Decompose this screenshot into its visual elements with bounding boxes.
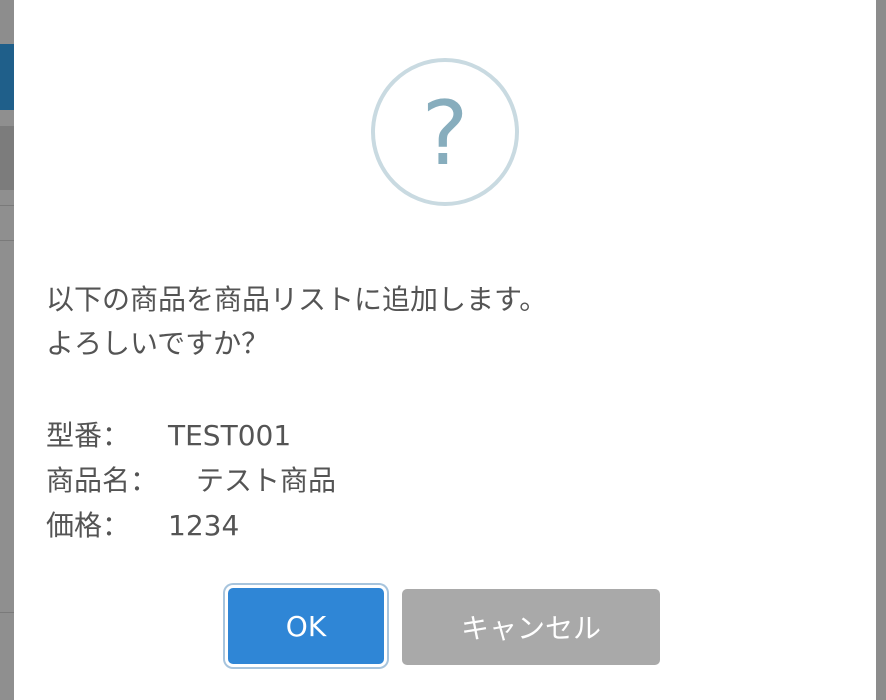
detail-value: TEST001 xyxy=(168,419,292,452)
message-line: よろしいですか？ xyxy=(46,327,270,360)
detail-value: 1234 xyxy=(168,509,240,542)
dialog-message: 以下の商品を商品リストに追加します。 よろしいですか？ xyxy=(46,278,846,366)
detail-label: 価格： xyxy=(46,509,131,542)
detail-row-price: 価格： 1234 xyxy=(46,503,846,548)
detail-label: 型番： xyxy=(46,419,131,452)
background-gray-bar xyxy=(0,126,14,190)
detail-row-product-name: 商品名： テスト商品 xyxy=(46,458,846,503)
background-divider xyxy=(0,205,14,206)
detail-label: 商品名： xyxy=(46,464,159,497)
product-details: 型番： TEST001 商品名： テスト商品 価格： 1234 xyxy=(46,413,846,548)
background-header xyxy=(0,0,14,40)
question-mark-glyph: ? xyxy=(421,82,469,185)
confirm-dialog: ? 以下の商品を商品リストに追加します。 よろしいですか？ 型番： TEST001… xyxy=(14,0,876,700)
background-divider xyxy=(0,240,14,241)
detail-value: テスト商品 xyxy=(196,464,337,497)
background-blue-bar xyxy=(0,44,14,110)
ok-button[interactable]: OK xyxy=(228,588,384,664)
message-line: 以下の商品を商品リストに追加します。 xyxy=(46,283,548,316)
question-icon: ? xyxy=(371,58,519,206)
background-divider xyxy=(0,612,14,613)
background-right-edge xyxy=(876,0,886,700)
cancel-button[interactable]: キャンセル xyxy=(402,589,660,665)
detail-row-model-number: 型番： TEST001 xyxy=(46,413,846,458)
